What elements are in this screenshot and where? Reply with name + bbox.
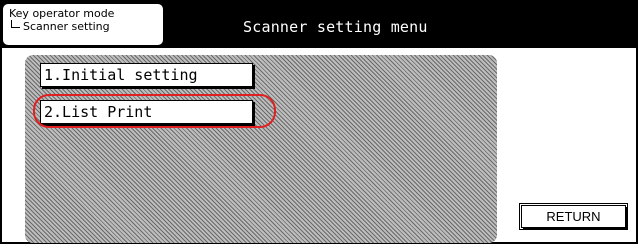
tree-connector-icon bbox=[11, 20, 20, 28]
mode-label: Key operator mode bbox=[9, 7, 115, 20]
scanner-setting-screen: Key operator mode Scanner setting Scanne… bbox=[0, 0, 639, 244]
page-title: Scanner setting menu bbox=[243, 18, 428, 36]
frame-left bbox=[0, 48, 2, 244]
frame-right bbox=[636, 0, 638, 244]
list-print-highlight bbox=[33, 94, 276, 128]
initial-setting-button[interactable]: 1.Initial setting bbox=[40, 63, 253, 87]
return-button[interactable]: RETURN bbox=[519, 203, 628, 230]
submode-label: Scanner setting bbox=[23, 20, 110, 33]
mode-breadcrumb: Key operator mode Scanner setting bbox=[3, 4, 163, 45]
header-bar: Key operator mode Scanner setting Scanne… bbox=[0, 0, 637, 48]
